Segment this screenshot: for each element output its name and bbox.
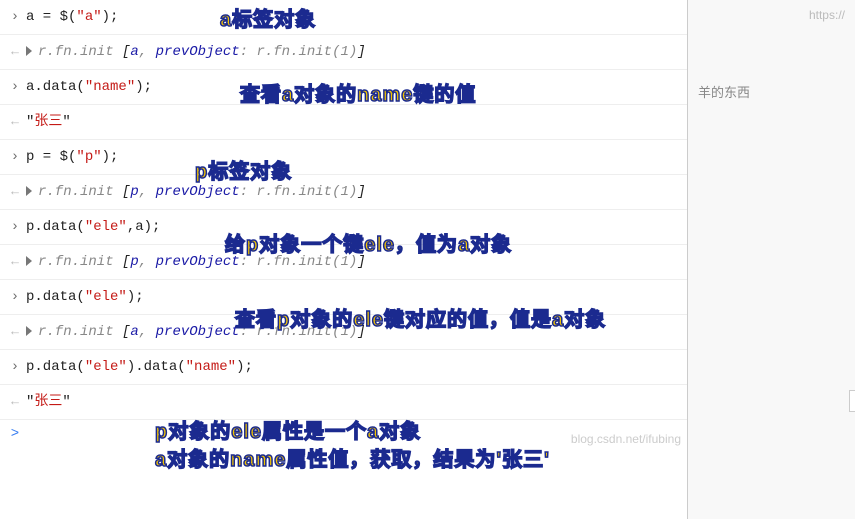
code-content[interactable]: p.data("ele"); <box>26 286 683 308</box>
token-plain: ).data( <box>127 359 186 375</box>
token-var: a <box>130 324 138 340</box>
prompt-indicator: > <box>4 426 26 442</box>
code-content[interactable]: a.data("name"); <box>26 76 683 98</box>
token-plain: " <box>62 394 70 410</box>
token-obj: r.fn.init <box>38 184 122 200</box>
token-obj: , <box>139 254 156 270</box>
expand-triangle-icon[interactable] <box>26 256 32 266</box>
code-content: r.fn.init [p, prevObject: r.fn.init(1)] <box>26 181 683 203</box>
console-output-row: ←"张三" <box>0 385 687 420</box>
token-var: prevObject <box>156 254 240 270</box>
token-plain: p.data( <box>26 289 85 305</box>
console-input-row: ›a = $("a"); <box>0 0 687 35</box>
input-indicator-icon: › <box>4 286 26 308</box>
console-output-row: ←r.fn.init [p, prevObject: r.fn.init(1)] <box>0 175 687 210</box>
code-content: "张三" <box>26 111 683 133</box>
token-var: prevObject <box>156 44 240 60</box>
token-plain: ,a); <box>127 219 161 235</box>
watermark: blog.csdn.net/ifubing <box>571 432 681 446</box>
console-output-row: ←r.fn.init [a, prevObject: r.fn.init(1)] <box>0 315 687 350</box>
token-bracket: ] <box>357 324 365 340</box>
token-plain: p = $( <box>26 149 76 165</box>
token-bracket: ] <box>357 254 365 270</box>
token-string: "a" <box>76 9 101 25</box>
token-plain: p.data( <box>26 219 85 235</box>
code-content[interactable]: a = $("a"); <box>26 6 683 28</box>
token-plain: ); <box>236 359 253 375</box>
token-obj: : r.fn.init(1) <box>240 254 358 270</box>
token-string: "p" <box>76 149 101 165</box>
regex-badge: /i <box>849 390 855 412</box>
console-input-row: ›p.data("ele").data("name"); <box>0 350 687 385</box>
token-string: "ele" <box>85 359 127 375</box>
input-indicator-icon: › <box>4 6 26 28</box>
token-string: "name" <box>186 359 236 375</box>
console-output-row: ←r.fn.init [p, prevObject: r.fn.init(1)] <box>0 245 687 280</box>
expand-triangle-icon[interactable] <box>26 326 32 336</box>
token-string: "ele" <box>85 219 127 235</box>
token-result-str: 张三 <box>34 394 62 410</box>
side-url-hint: https:// <box>698 8 845 22</box>
token-var: prevObject <box>156 324 240 340</box>
token-plain: ); <box>102 9 119 25</box>
code-content: r.fn.init [p, prevObject: r.fn.init(1)] <box>26 251 683 273</box>
output-indicator-icon: ← <box>4 181 26 203</box>
code-content[interactable]: p = $("p"); <box>26 146 683 168</box>
console-input-row: ›p.data("ele",a); <box>0 210 687 245</box>
token-obj: , <box>139 184 156 200</box>
token-obj: r.fn.init <box>38 254 122 270</box>
code-content: r.fn.init [a, prevObject: r.fn.init(1)] <box>26 321 683 343</box>
token-bracket: ] <box>357 44 365 60</box>
token-bracket: ] <box>357 184 365 200</box>
token-obj: r.fn.init <box>38 324 122 340</box>
token-plain: a = $( <box>26 9 76 25</box>
token-obj: , <box>139 44 156 60</box>
annotation-label: a对象的name属性值，获取，结果为'张三' <box>155 448 550 472</box>
console-output-row: ←r.fn.init [a, prevObject: r.fn.init(1)] <box>0 35 687 70</box>
token-string: "name" <box>85 79 135 95</box>
console-input-row: ›p.data("ele"); <box>0 280 687 315</box>
code-content[interactable]: p.data("ele").data("name"); <box>26 356 683 378</box>
console-input-row: ›a.data("name"); <box>0 70 687 105</box>
token-obj: : r.fn.init(1) <box>240 44 358 60</box>
side-panel: https:// 羊的东西 /i <box>687 0 855 519</box>
expand-triangle-icon[interactable] <box>26 46 32 56</box>
token-var: a <box>130 44 138 60</box>
token-plain: p.data( <box>26 359 85 375</box>
console-output-row: ←"张三" <box>0 105 687 140</box>
token-var: prevObject <box>156 184 240 200</box>
token-obj: : r.fn.init(1) <box>240 184 358 200</box>
token-plain: " <box>62 114 70 130</box>
expand-triangle-icon[interactable] <box>26 186 32 196</box>
input-indicator-icon: › <box>4 216 26 238</box>
token-string: "ele" <box>85 289 127 305</box>
token-plain: ); <box>127 289 144 305</box>
side-text: 羊的东西 <box>698 82 845 101</box>
token-var: p <box>130 184 138 200</box>
input-indicator-icon: › <box>4 146 26 168</box>
token-obj: , <box>139 324 156 340</box>
output-indicator-icon: ← <box>4 251 26 273</box>
input-indicator-icon: › <box>4 356 26 378</box>
output-indicator-icon: ← <box>4 321 26 343</box>
console-panel: ›a = $("a");←r.fn.init [a, prevObject: r… <box>0 0 687 448</box>
token-result-str: 张三 <box>34 114 62 130</box>
token-obj: : r.fn.init(1) <box>240 324 358 340</box>
token-var: p <box>130 254 138 270</box>
code-content: r.fn.init [a, prevObject: r.fn.init(1)] <box>26 41 683 63</box>
code-content[interactable]: p.data("ele",a); <box>26 216 683 238</box>
token-plain: a.data( <box>26 79 85 95</box>
token-obj: r.fn.init <box>38 44 122 60</box>
console-input-row: ›p = $("p"); <box>0 140 687 175</box>
code-content: "张三" <box>26 391 683 413</box>
output-indicator-icon: ← <box>4 111 26 133</box>
output-indicator-icon: ← <box>4 391 26 413</box>
token-plain: ); <box>102 149 119 165</box>
token-plain: ); <box>135 79 152 95</box>
output-indicator-icon: ← <box>4 41 26 63</box>
input-indicator-icon: › <box>4 76 26 98</box>
